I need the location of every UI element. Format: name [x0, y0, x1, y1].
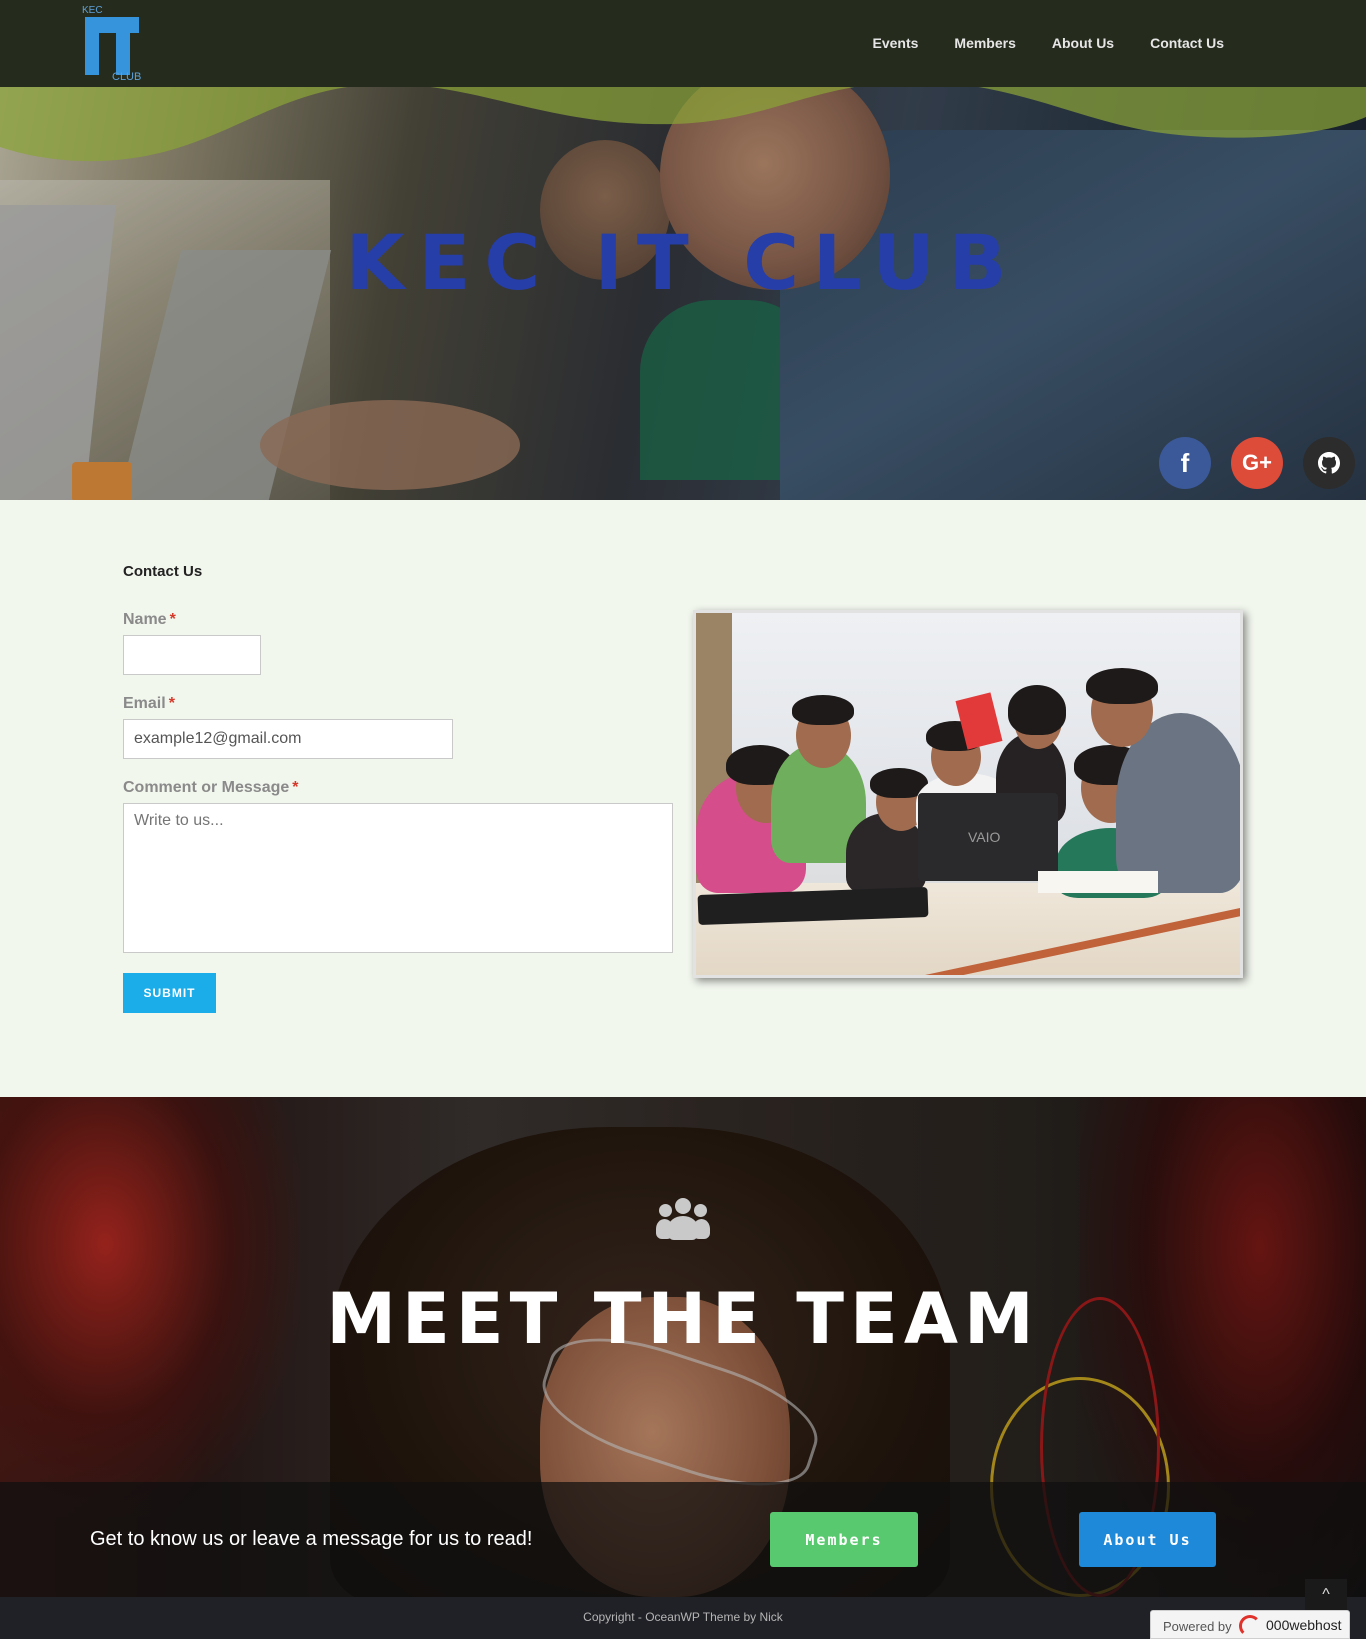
email-field[interactable]: example12@gmail.com	[123, 719, 453, 759]
club-logo[interactable]: KEC CLUB	[82, 5, 142, 83]
message-label: Comment or Message *	[123, 779, 299, 796]
call-to-action-bar: Get to know us or leave a message for us…	[0, 1482, 1366, 1597]
name-label: Name *	[123, 611, 176, 628]
nav-members[interactable]: Members	[954, 35, 1015, 51]
users-icon	[656, 1198, 710, 1248]
powered-by-badge[interactable]: Powered by 000webhost	[1150, 1610, 1350, 1639]
nav-events[interactable]: Events	[872, 35, 918, 51]
team-title: MEET THE TEAM	[326, 1278, 1040, 1360]
hero-title: KEC IT CLUB	[345, 218, 1021, 307]
google-plus-icon[interactable]: G+	[1231, 437, 1283, 489]
facebook-icon[interactable]: f	[1159, 437, 1211, 489]
submit-button[interactable]: SUBMIT	[123, 973, 216, 1013]
webhost-logo-icon	[1239, 1615, 1261, 1637]
team-photo: VAIO	[693, 610, 1243, 978]
contact-heading: Contact Us	[123, 563, 203, 580]
about-us-button[interactable]: About Us	[1079, 1512, 1216, 1567]
members-button[interactable]: Members	[770, 1512, 918, 1567]
nav-about-us[interactable]: About Us	[1052, 35, 1114, 51]
main-nav: Events Members About Us Contact Us	[872, 35, 1224, 51]
cta-text: Get to know us or leave a message for us…	[90, 1528, 533, 1550]
name-field[interactable]	[123, 635, 261, 675]
email-label: Email *	[123, 695, 175, 712]
scroll-to-top-button[interactable]: ^	[1305, 1579, 1347, 1611]
photo-laptop: VAIO	[918, 793, 1058, 881]
message-textarea[interactable]	[123, 803, 673, 953]
nav-contact-us[interactable]: Contact Us	[1150, 35, 1224, 51]
github-icon[interactable]	[1303, 437, 1355, 489]
